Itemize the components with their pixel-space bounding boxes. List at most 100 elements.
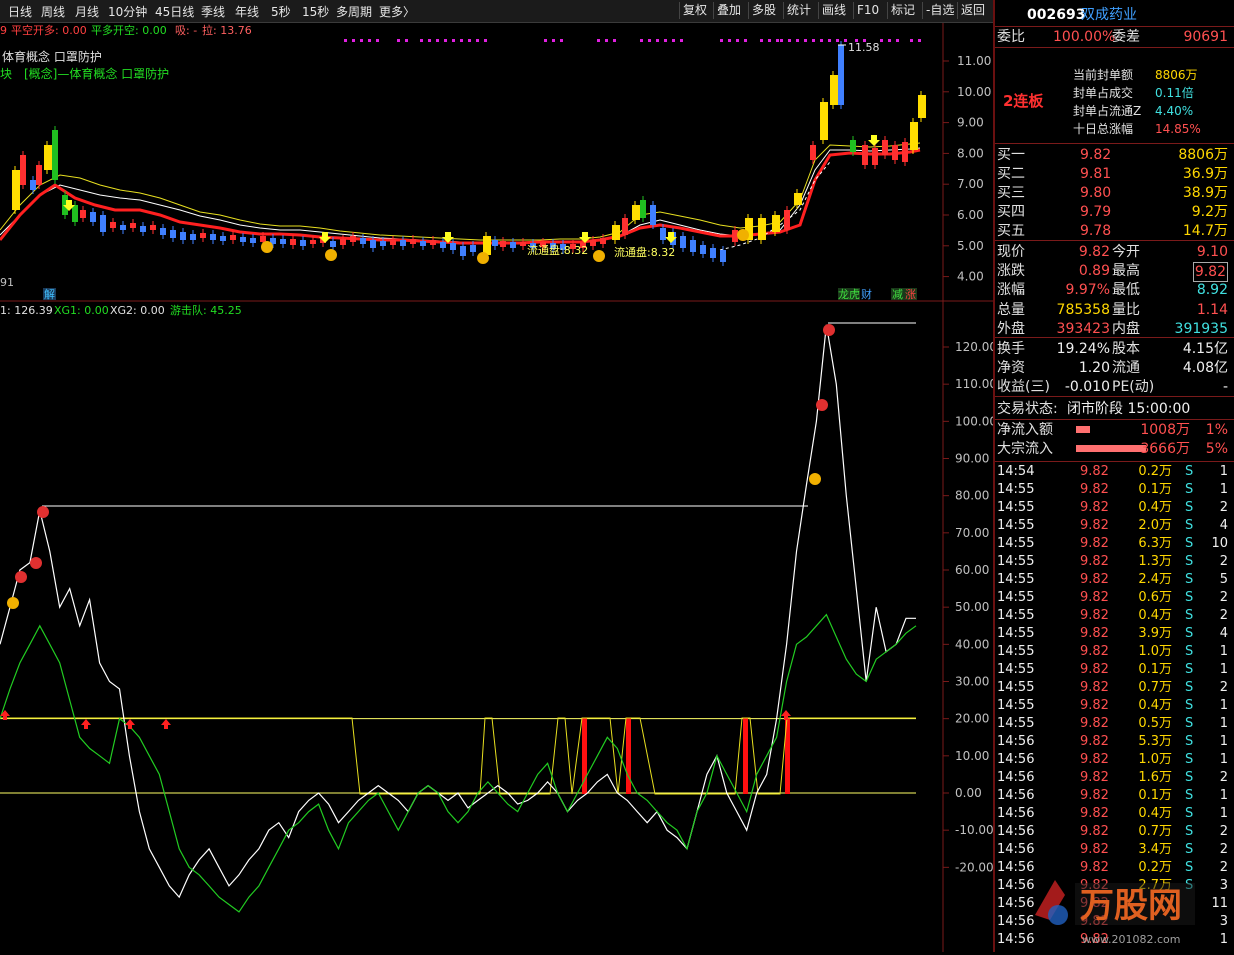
tick-side: S [1185, 662, 1194, 677]
candle-body [180, 232, 186, 240]
back-button[interactable]: 返回 [957, 2, 988, 19]
price-tick-label: 10.00 [957, 85, 991, 99]
tick-time: 14:56 [997, 824, 1035, 839]
draw-line-button[interactable]: 画线 [818, 2, 849, 19]
tab-45day[interactable]: 45日线 [155, 3, 194, 20]
candle-body [710, 248, 716, 258]
candle-body [758, 218, 766, 240]
tick-count: 2 [1219, 770, 1228, 785]
tick-time: 14:56 [997, 734, 1035, 749]
watermark-url: www.201082.com [1082, 933, 1180, 946]
share-stat-row: 换手 19.24% 股本 4.15亿 [995, 340, 1234, 358]
tick-price: 9.82 [1080, 482, 1109, 497]
candle-body [30, 180, 36, 190]
tick-volume: 0.5万 [1138, 716, 1172, 731]
candle-body [52, 130, 58, 180]
share-stat-row: 净资 1.20 流通 4.08亿 [995, 359, 1234, 377]
tick-price: 9.82 [1080, 824, 1109, 839]
tick-count: 1 [1219, 716, 1228, 731]
tick-row: 14:56 9.82 0.1万 S 1 [995, 787, 1234, 805]
watchlist-button[interactable]: -自选 [922, 2, 957, 19]
tick-volume: 2.0万 [1138, 518, 1172, 533]
ma-line-white [0, 147, 921, 244]
finance-badge[interactable]: 财 [861, 287, 872, 301]
flow-row: 净流入额 1008万 1% [995, 421, 1234, 439]
statistics-button[interactable]: 统计 [783, 2, 814, 19]
flow-value: 3666万 [1140, 441, 1190, 457]
signal-dot [452, 39, 455, 42]
up-arrow-icons [0, 710, 791, 729]
candle-body [420, 241, 426, 246]
sector-label: 块 [概念]—体育概念 口罩防护 [0, 66, 169, 81]
tick-row: 14:55 9.82 3.9万 S 4 [995, 625, 1234, 643]
tab-15sec[interactable]: 15秒 [302, 3, 329, 20]
tab-yearly[interactable]: 年线 [235, 3, 259, 20]
tab-multi-period[interactable]: 多周期 [336, 3, 372, 20]
tick-count: 2 [1219, 680, 1228, 695]
concept-label: 体育概念 口罩防护 [2, 49, 102, 64]
tab-quarterly[interactable]: 季线 [201, 3, 225, 20]
stat-value: 9.82 [1192, 262, 1228, 283]
tick-price: 9.82 [1080, 770, 1109, 785]
candle-body [622, 218, 628, 235]
signal-dot [344, 39, 347, 42]
candle-body [250, 238, 256, 243]
tick-volume: 0.1万 [1138, 788, 1172, 803]
multi-stock-button[interactable]: 多股 [748, 2, 779, 19]
bid-row[interactable]: 买一 9.82 8806万 [995, 146, 1234, 164]
candle-body [830, 75, 838, 105]
signal-dot [352, 39, 355, 42]
tab-monthly[interactable]: 月线 [75, 3, 99, 20]
bid-row[interactable]: 买四 9.79 9.2万 [995, 203, 1234, 221]
candle-body [862, 145, 868, 165]
tick-count: 4 [1219, 626, 1228, 641]
overlay-button[interactable]: 叠加 [713, 2, 744, 19]
signal-dot [780, 39, 783, 42]
mark-button[interactable]: 标记 [887, 2, 918, 19]
bid-row[interactable]: 买五 9.78 14.7万 [995, 222, 1234, 240]
bid-row[interactable]: 买二 9.81 36.9万 [995, 165, 1234, 183]
tab-10min[interactable]: 10分钟 [108, 3, 147, 20]
signal-dot [760, 39, 763, 42]
bid-row[interactable]: 买三 9.80 38.9万 [995, 184, 1234, 202]
reduce-badge[interactable]: 减 [892, 288, 903, 301]
candle-body [882, 140, 888, 155]
indicator-tick-label: 10.00 [955, 749, 989, 763]
flow-value: 1008万 [1140, 422, 1190, 438]
tick-row: 14:55 9.82 0.6万 S 2 [995, 589, 1234, 607]
low-price-label: 91 [0, 276, 14, 289]
stat-label: 内盘 [1112, 320, 1140, 337]
tick-time: 14:54 [997, 464, 1035, 479]
candle-body [872, 148, 878, 165]
tab-more[interactable]: 更多〉 [379, 3, 415, 20]
tick-time: 14:55 [997, 662, 1035, 677]
share-stat-value: 19.24% [1056, 341, 1110, 357]
tick-volume: 0.2万 [1138, 464, 1172, 479]
chart-area[interactable]: 9 平空开多: 0.00 平多开空: 0.00 吸: - 拉: 13.76 体育… [0, 23, 993, 952]
rise-badge[interactable]: 涨 [905, 288, 916, 301]
stock-name[interactable]: 双成药业 [1081, 4, 1137, 26]
signal-dot [820, 39, 823, 42]
tab-5sec[interactable]: 5秒 [271, 3, 291, 20]
f10-button[interactable]: F10 [853, 2, 882, 19]
lhb-badge[interactable]: 龙虎 [838, 288, 860, 301]
tick-time: 14:55 [997, 554, 1035, 569]
divider [995, 26, 1234, 27]
stat-row: 涨跌 0.89 最高 9.82 [995, 262, 1234, 283]
stat-label: 最低 [1112, 282, 1140, 299]
unlock-badge[interactable]: 解 [44, 287, 55, 301]
signal-dot [597, 39, 600, 42]
tab-weekly[interactable]: 周线 [41, 3, 65, 20]
restore-rights-button[interactable]: 复权 [679, 2, 710, 19]
indicator-tick-label: 70.00 [955, 526, 989, 540]
flow-label: 净流入额 [997, 422, 1053, 438]
tick-time: 14:55 [997, 608, 1035, 623]
signal-dot [552, 39, 555, 42]
signal-dot [918, 39, 921, 42]
candle-body [810, 145, 816, 160]
weicha-label: 委差 [1112, 29, 1140, 45]
tick-price: 9.82 [1080, 500, 1109, 515]
tab-daily[interactable]: 日线 [8, 3, 32, 20]
candle-body [220, 236, 226, 241]
tick-side: S [1185, 644, 1194, 659]
